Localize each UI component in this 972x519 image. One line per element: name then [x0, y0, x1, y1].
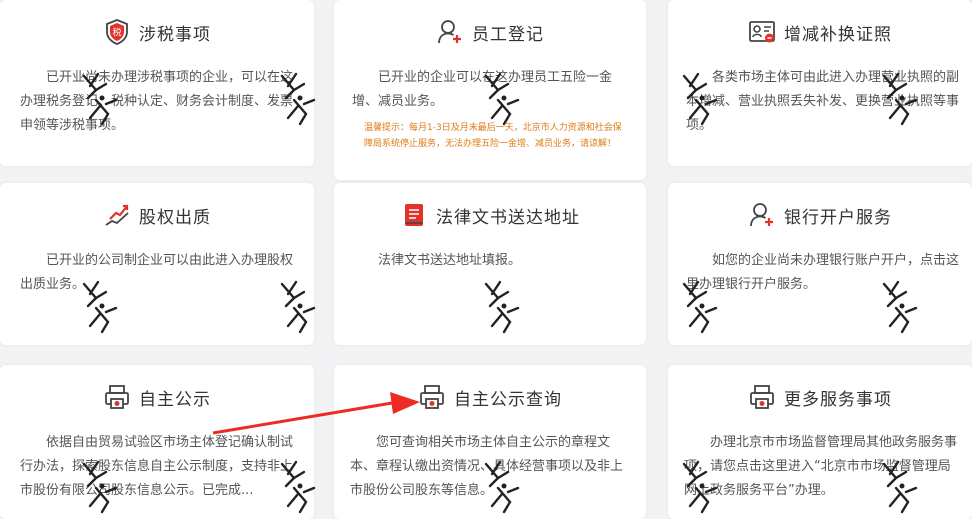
card-description: 已开业的公司制企业可以由此进入办理股权出质业务。: [20, 253, 294, 292]
card-description: 已开业尚未办理涉税事项的企业，可以在这办理税务登记、税种认定、财务会计制度、发票…: [20, 70, 294, 133]
card-license-change[interactable]: 增减补换证照 各类市场主体可由此进入办理营业执照的副本增减、营业执照丢失补发、更…: [668, 0, 972, 166]
equity-chart-icon: [105, 204, 129, 226]
card-title: 银行开户服务: [784, 207, 892, 228]
card-self-disclosure[interactable]: 自主公示 依据自由贸易试验区市场主体登记确认制试行办法，探索股东信息自主公示制度…: [0, 365, 314, 519]
card-title: 增减补换证照: [784, 24, 892, 45]
card-title: 涉税事项: [139, 24, 211, 45]
card-title: 自主公示查询: [454, 389, 562, 410]
card-equity-pledge[interactable]: 股权出质 已开业的公司制企业可以由此进入办理股权出质业务。: [0, 183, 314, 345]
warm-notice: 温馨提示：每月1-3日及月末最后一天，北京市人力资源和社会保障局系统停止服务，无…: [364, 123, 622, 149]
license-certificate-icon: [749, 21, 775, 43]
card-description: 依据自由贸易试验区市场主体登记确认制试行办法，探索股东信息自主公示制度，支持非上…: [20, 435, 294, 498]
printer-icon: [420, 385, 444, 409]
card-legal-document-address[interactable]: 法律文书送达地址 法律文书送达地址填报。: [334, 183, 646, 345]
document-book-icon: [405, 204, 423, 226]
user-add-icon: [438, 20, 461, 44]
card-self-disclosure-query[interactable]: 自主公示查询 您可查询相关市场主体自主公示的章程文本、章程认缴出资情况、具体经营…: [334, 365, 646, 519]
tax-shield-icon: 税: [106, 19, 128, 45]
card-employee-registration[interactable]: 员工登记 已开业的企业可以在这办理员工五险一金增、减员业务。 温馨提示：每月1-…: [334, 0, 646, 180]
card-tax-matters[interactable]: 税 涉税事项 已开业尚未办理涉税事项的企业，可以在这办理税务登记、税种认定、财务…: [0, 0, 314, 166]
card-title: 员工登记: [472, 24, 544, 45]
card-description: 各类市场主体可由此进入办理营业执照的副本增减、营业执照丢失补发、更换营业执照等事…: [686, 70, 960, 133]
card-description: 法律文书送达地址填报。: [378, 253, 522, 268]
printer-icon: [105, 385, 129, 409]
card-bank-account-service[interactable]: 银行开户服务 如您的企业尚未办理银行账户开户，点击这里办理银行开户服务。: [668, 183, 972, 345]
user-add-icon: [750, 203, 773, 227]
card-description: 已开业的企业可以在这办理员工五险一金增、减员业务。: [352, 70, 613, 109]
svg-text:税: 税: [112, 27, 121, 39]
card-description: 您可查询相关市场主体自主公示的章程文本、章程认缴出资情况、具体经营事项以及非上市…: [350, 435, 624, 498]
card-title: 法律文书送达地址: [436, 207, 580, 228]
card-description: 如您的企业尚未办理银行账户开户，点击这里办理银行开户服务。: [686, 253, 960, 292]
card-title: 股权出质: [139, 207, 211, 228]
card-title: 更多服务事项: [784, 389, 892, 410]
service-grid: 税 涉税事项 已开业尚未办理涉税事项的企业，可以在这办理税务登记、税种认定、财务…: [0, 0, 972, 519]
card-description: 办理北京市市场监督管理局其他政务服务事项，请您点击这里进入“北京市市场监督管理局…: [684, 435, 958, 498]
card-more-services[interactable]: 更多服务事项 办理北京市市场监督管理局其他政务服务事项，请您点击这里进入“北京市…: [668, 365, 972, 519]
card-title: 自主公示: [139, 389, 211, 410]
printer-icon: [750, 385, 774, 409]
